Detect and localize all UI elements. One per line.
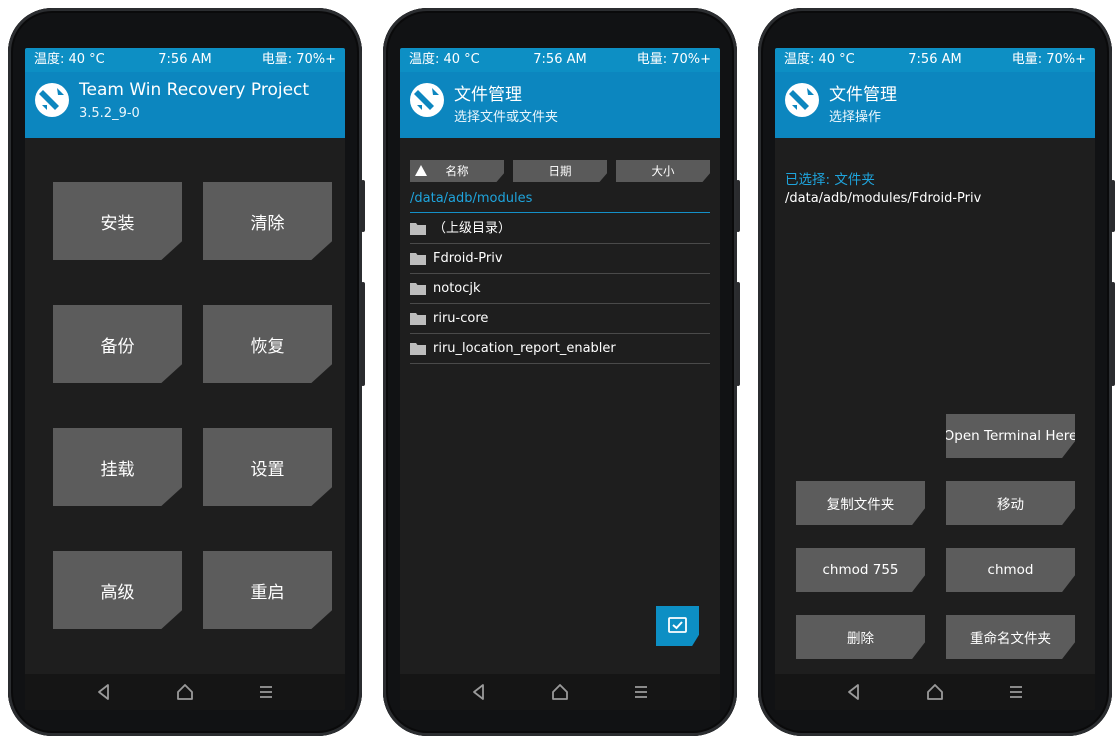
file-name: riru_location_report_enabler: [433, 341, 616, 356]
header-title: 文件管理: [454, 85, 522, 105]
back-icon[interactable]: [92, 680, 116, 704]
header-subtitle: 选择操作: [829, 110, 882, 125]
backup-button[interactable]: 备份: [53, 305, 182, 383]
twrp-logo-icon: [35, 83, 69, 117]
sort-ascending-icon: [415, 165, 427, 176]
battery-status: 电量: 70%+: [1011, 52, 1086, 67]
app-header: 文件管理 选择文件或文件夹: [400, 72, 720, 138]
restore-button[interactable]: 恢复: [203, 305, 332, 383]
chmod-button[interactable]: chmod: [946, 548, 1075, 592]
folder-icon: [410, 313, 426, 325]
list-item[interactable]: riru_location_report_enabler: [410, 334, 710, 364]
phone-twrp-main: 温度: 40 °C 7:56 AM 电量: 70%+ Team Win Reco…: [8, 8, 365, 736]
install-button[interactable]: 安装: [53, 182, 182, 260]
list-item[interactable]: Fdroid-Priv: [410, 244, 710, 274]
menu-icon[interactable]: [1004, 680, 1028, 704]
advanced-button[interactable]: 高级: [53, 551, 182, 629]
screen-file-manager: 温度: 40 °C 7:56 AM 电量: 70%+ 文件管理 选择文件或文件夹…: [400, 48, 720, 710]
home-icon[interactable]: [923, 680, 947, 704]
navigation-bar: [400, 674, 720, 710]
sort-by-size-button[interactable]: 大小: [616, 160, 710, 182]
screen-main-menu: 温度: 40 °C 7:56 AM 电量: 70%+ Team Win Reco…: [25, 48, 345, 710]
status-bar: 温度: 40 °C 7:56 AM 电量: 70%+: [775, 48, 1095, 72]
sort-by-name-button[interactable]: 名称: [410, 160, 504, 182]
delete-button[interactable]: 删除: [796, 615, 925, 659]
back-icon[interactable]: [842, 680, 866, 704]
back-icon[interactable]: [467, 680, 491, 704]
twrp-logo-icon: [410, 83, 444, 117]
app-header: 文件管理 选择操作: [775, 72, 1095, 138]
selection-label: 已选择: 文件夹: [785, 172, 875, 188]
file-name: riru-core: [433, 311, 489, 326]
navigation-bar: [25, 674, 345, 710]
chmod-755-button[interactable]: chmod 755: [796, 548, 925, 592]
copy-folder-button[interactable]: 复制文件夹: [796, 481, 925, 525]
phone-file-manager: 温度: 40 °C 7:56 AM 电量: 70%+ 文件管理 选择文件或文件夹…: [383, 8, 740, 736]
checkbox-check-icon: [668, 617, 687, 633]
list-item[interactable]: notocjk: [410, 274, 710, 304]
reboot-button[interactable]: 重启: [203, 551, 332, 629]
status-bar: 温度: 40 °C 7:56 AM 电量: 70%+: [400, 48, 720, 72]
current-path: /data/adb/modules: [410, 190, 710, 213]
menu-icon[interactable]: [254, 680, 278, 704]
folder-icon: [410, 253, 426, 265]
file-name: notocjk: [433, 281, 481, 296]
header-version: 3.5.2_9-0: [79, 106, 140, 121]
folder-icon: [410, 343, 426, 355]
open-terminal-button[interactable]: Open Terminal Here: [946, 414, 1075, 458]
rename-folder-button[interactable]: 重命名文件夹: [946, 615, 1075, 659]
wipe-button[interactable]: 清除: [203, 182, 332, 260]
selected-path: /data/adb/modules/Fdroid-Priv: [785, 191, 982, 206]
file-name: Fdroid-Priv: [433, 251, 503, 266]
list-item[interactable]: （上级目录）: [410, 214, 710, 244]
menu-icon[interactable]: [629, 680, 653, 704]
home-icon[interactable]: [173, 680, 197, 704]
header-subtitle: 选择文件或文件夹: [454, 110, 559, 125]
list-item[interactable]: riru-core: [410, 304, 710, 334]
settings-button[interactable]: 设置: [203, 428, 332, 506]
battery-status: 电量: 70%+: [261, 52, 336, 67]
screen-file-actions: 温度: 40 °C 7:56 AM 电量: 70%+ 文件管理 选择操作 已选择…: [775, 48, 1095, 710]
home-icon[interactable]: [548, 680, 572, 704]
sort-by-date-button[interactable]: 日期: [513, 160, 607, 182]
mount-button[interactable]: 挂载: [53, 428, 182, 506]
twrp-logo-icon: [785, 83, 819, 117]
status-bar: 温度: 40 °C 7:56 AM 电量: 70%+: [25, 48, 345, 72]
header-title: Team Win Recovery Project: [79, 80, 310, 100]
phone-file-actions: 温度: 40 °C 7:56 AM 电量: 70%+ 文件管理 选择操作 已选择…: [758, 8, 1115, 736]
battery-status: 电量: 70%+: [636, 52, 711, 67]
move-button[interactable]: 移动: [946, 481, 1075, 525]
folder-icon: [410, 283, 426, 295]
file-name: （上级目录）: [433, 221, 512, 236]
app-header: Team Win Recovery Project 3.5.2_9-0: [25, 72, 345, 138]
select-folder-button[interactable]: [656, 606, 699, 646]
header-title: 文件管理: [829, 85, 897, 105]
folder-icon: [410, 223, 426, 235]
navigation-bar: [775, 674, 1095, 710]
sort-name-label: 名称: [445, 164, 469, 178]
